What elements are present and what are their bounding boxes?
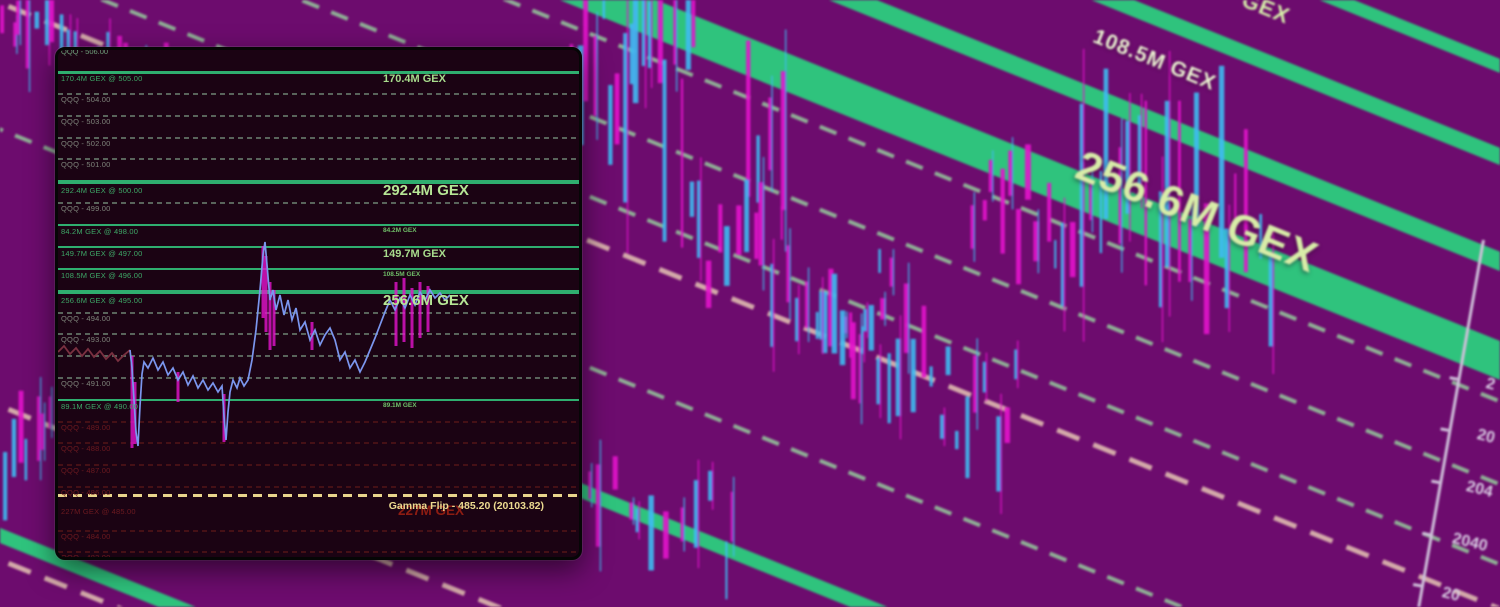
qqq-label-503: QQQ - 503.00 [61,117,111,126]
qqq-label-493: QQQ - 493.00 [61,335,111,344]
gex-right-label-495: 256.6M GEX [383,292,469,309]
qqq-label-partial: QQQ - 506.00 [61,50,109,56]
qqq-red-label-487: QQQ - 487.00 [61,466,111,475]
gex-left-label-500: 292.4M GEX @ 500.00 [61,186,143,195]
gex-right-label-498: 84.2M GEX [383,227,417,234]
gex-left-label-495: 256.6M GEX @ 495.00 [61,296,143,305]
qqq-red-label-483: QQQ - 483.00 [61,553,111,557]
gex-left-label-490: 89.1M GEX @ 490.00 [61,402,139,411]
gex-left-label-498: 84.2M GEX @ 498.00 [61,227,139,236]
gex-chart-screenshot: GEX 108.5M GEX 256.6M GEX 2 20 204 2040 … [0,0,1500,607]
gex-right-label-490: 89.1M GEX [383,402,417,409]
qqq-label-499: QQQ - 499.00 [61,204,111,213]
qqq-label-491: QQQ - 491.00 [61,379,111,388]
qqq-red-label-489: QQQ - 489.00 [61,423,111,432]
gex-left-label-496: 108.5M GEX @ 496.00 [61,271,143,280]
gamma-flip-label: Gamma Flip - 485.20 (20103.82) [388,500,544,512]
qqq-label-494: QQQ - 494.00 [61,314,111,323]
qqq-red-label-486: QQQ - 486.00 [61,488,111,497]
gex-right-label-496: 108.5M GEX [383,271,421,278]
gex-levels-panel: QQQ - 506.00 170.4M GEX @ 505.00 170.4M … [55,47,582,560]
gex-right-label-500: 292.4M GEX [383,182,469,199]
qqq-label-502: QQQ - 502.00 [61,139,111,148]
gex-left-label-485: 227M GEX @ 485.00 [61,507,136,516]
qqq-red-label-488: QQQ - 488.00 [61,444,111,453]
qqq-label-501: QQQ - 501.00 [61,160,111,169]
qqq-label-504: QQQ - 504.00 [61,95,111,104]
gex-left-label-497: 149.7M GEX @ 497.00 [61,249,143,258]
gex-right-label-505: 170.4M GEX [383,73,446,85]
gex-levels-chart: QQQ - 506.00 170.4M GEX @ 505.00 170.4M … [58,50,579,557]
gex-right-label-497: 149.7M GEX [383,248,446,260]
qqq-red-label-484: QQQ - 484.00 [61,532,111,541]
gex-left-label-505: 170.4M GEX @ 505.00 [61,74,143,83]
price-line-premarket [58,344,131,363]
